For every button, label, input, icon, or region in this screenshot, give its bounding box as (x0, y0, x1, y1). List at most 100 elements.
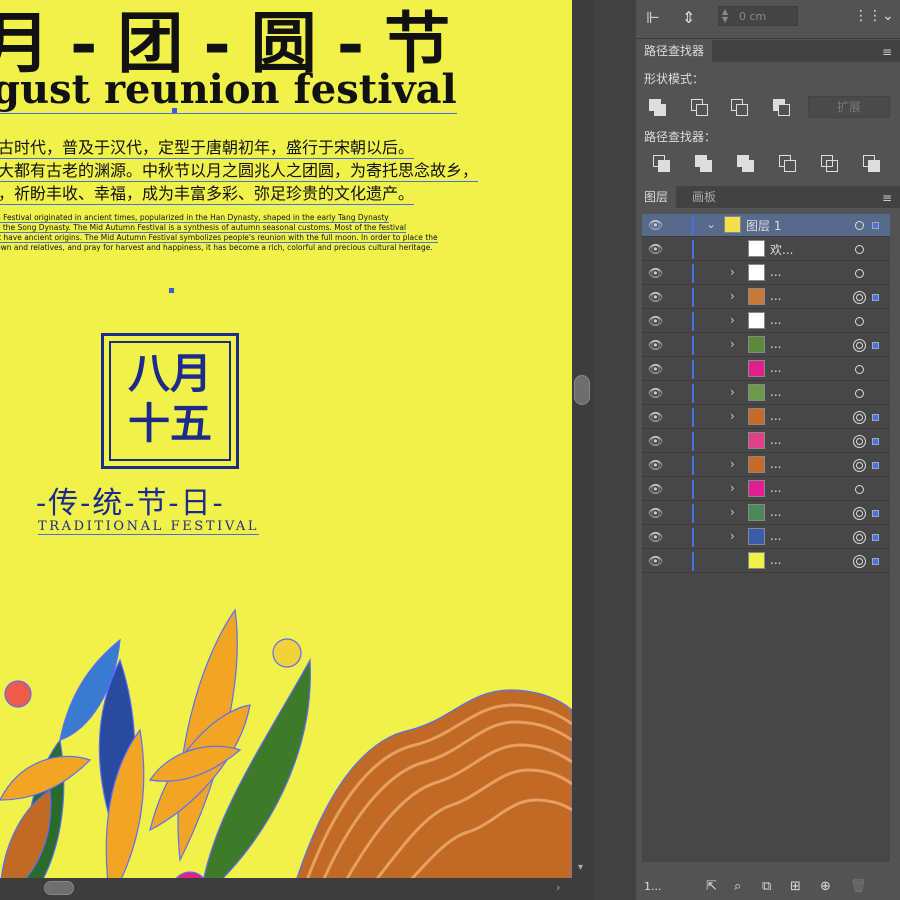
stamp-line-2[interactable]: 十五 (104, 402, 236, 446)
new-layer-icon[interactable]: ⊕ (820, 879, 831, 894)
stamp-line-1[interactable]: 八月 (104, 352, 236, 396)
new-sublayer-icon[interactable]: ⊞ (790, 879, 801, 894)
layer-name[interactable]: ... (770, 433, 781, 447)
stamp-box[interactable]: 八月 十五 (101, 333, 239, 469)
layer-name[interactable]: ... (770, 553, 781, 567)
target-circle-icon[interactable] (855, 365, 864, 374)
selection-indicator[interactable] (872, 510, 879, 517)
layer-name[interactable]: ... (770, 361, 781, 375)
visibility-eye-icon[interactable]: 👁 (648, 434, 663, 448)
layer-row[interactable]: 👁 ›... (642, 334, 890, 357)
layer-row[interactable]: 👁 欢... (642, 238, 890, 261)
layer-row[interactable]: 👁 ›... (642, 454, 890, 477)
selection-indicator[interactable] (872, 414, 879, 421)
layer-name[interactable]: ... (770, 313, 781, 327)
target-circle-icon[interactable] (853, 555, 866, 568)
minus-back-button[interactable] (860, 152, 882, 174)
visibility-eye-icon[interactable]: 👁 (648, 314, 663, 328)
layer-row[interactable]: 👁 ›... (642, 406, 890, 429)
chevron-right-icon[interactable]: › (730, 313, 735, 327)
locate-object-icon[interactable]: ⌕ (734, 879, 741, 894)
target-circle-icon[interactable] (855, 221, 864, 230)
chevron-right-icon[interactable]: › (730, 409, 735, 423)
selection-indicator[interactable] (872, 294, 879, 301)
anchor-point[interactable] (169, 288, 174, 293)
intersect-button[interactable] (728, 96, 750, 118)
grid-options-icon[interactable]: ⋮⋮⌄ (854, 8, 894, 24)
selection-indicator[interactable] (872, 438, 879, 445)
layer-row[interactable]: 👁 ›... (642, 478, 890, 501)
scroll-down-icon[interactable]: ▾ (578, 862, 583, 873)
visibility-eye-icon[interactable]: 👁 (648, 410, 663, 424)
horizontal-scroll-thumb[interactable] (44, 881, 74, 895)
minus-front-button[interactable] (688, 96, 710, 118)
divide-button[interactable] (650, 152, 672, 174)
layer-name[interactable]: ... (770, 457, 781, 471)
visibility-eye-icon[interactable]: 👁 (648, 386, 663, 400)
tab-artboards[interactable]: 画板 (684, 186, 724, 208)
layer-name[interactable]: 图层 1 (746, 217, 781, 234)
trim-button[interactable] (692, 152, 714, 174)
align-left-icon[interactable]: ⊩ (646, 8, 660, 27)
body-cn-line-1[interactable]: 古时代，普及于汉代，定型于唐朝初年，盛行于宋朝以后。 (0, 134, 415, 159)
selection-indicator[interactable] (872, 462, 879, 469)
scroll-right-icon[interactable]: › (556, 881, 560, 894)
body-en-line-3[interactable]: it have ancient origins. The Mid Autumn … (0, 233, 438, 243)
vertical-scroll-thumb[interactable] (574, 375, 590, 405)
horizontal-scrollbar[interactable]: › (0, 878, 594, 900)
layer-row[interactable]: 👁 ›... (642, 502, 890, 525)
layer-row[interactable]: 👁... (642, 430, 890, 453)
body-cn-line-2[interactable]: 大都有古老的渊源。中秋节以月之圆兆人之团圆，为寄托思念故乡， (0, 157, 479, 182)
distribute-icon[interactable]: ⇕ (682, 8, 695, 27)
tab-layers[interactable]: 图层 (636, 186, 677, 208)
chevron-right-icon[interactable]: › (730, 265, 735, 279)
unite-button[interactable] (646, 96, 668, 118)
body-cn-line-3[interactable]: ，祈盼丰收、幸福，成为丰富多彩、弥足珍贵的文化遗产。 (0, 180, 415, 205)
target-circle-icon[interactable] (853, 435, 866, 448)
layer-name[interactable]: ... (770, 337, 781, 351)
visibility-eye-icon[interactable]: 👁 (648, 458, 663, 472)
selection-indicator[interactable] (872, 558, 879, 565)
traditional-festival-en[interactable]: TRADITIONAL FESTIVAL (38, 519, 260, 535)
layer-name[interactable]: ... (770, 481, 781, 495)
chevron-right-icon[interactable]: › (730, 481, 735, 495)
layer-row[interactable]: 👁 ›... (642, 286, 890, 309)
poster-title-en[interactable]: gust reunion festival (0, 66, 457, 114)
body-en-line-1[interactable]: n Festival originated in ancient times, … (0, 213, 389, 223)
target-circle-icon[interactable] (853, 531, 866, 544)
target-circle-icon[interactable] (855, 269, 864, 278)
target-circle-icon[interactable] (853, 291, 866, 304)
merge-button[interactable] (734, 152, 756, 174)
layer-name[interactable]: ... (770, 385, 781, 399)
panel-menu-icon[interactable]: ≡ (882, 45, 892, 59)
selection-indicator[interactable] (872, 222, 879, 229)
body-en-line-4[interactable]: own and relatives, and pray for harvest … (0, 243, 433, 252)
visibility-eye-icon[interactable]: 👁 (648, 362, 663, 376)
target-circle-icon[interactable] (855, 317, 864, 326)
visibility-eye-icon[interactable]: 👁 (648, 554, 663, 568)
target-circle-icon[interactable] (853, 339, 866, 352)
panel-menu-icon[interactable]: ≡ (882, 191, 892, 205)
export-icon[interactable]: ⇱ (706, 879, 717, 894)
visibility-eye-icon[interactable]: 👁 (648, 506, 663, 520)
chevron-right-icon[interactable]: › (730, 529, 735, 543)
visibility-eye-icon[interactable]: 👁 (648, 266, 663, 280)
layer-name[interactable]: ... (770, 265, 781, 279)
artboard-canvas[interactable]: 月-团-圆-节 gust reunion festival 古时代，普及于汉代，… (0, 0, 572, 878)
selection-indicator[interactable] (872, 342, 879, 349)
layer-name[interactable]: ... (770, 505, 781, 519)
vertical-scrollbar[interactable]: ▾ (572, 0, 594, 878)
target-circle-icon[interactable] (855, 245, 864, 254)
chevron-right-icon[interactable]: › (730, 385, 735, 399)
visibility-eye-icon[interactable]: 👁 (648, 338, 663, 352)
layer-row[interactable]: 👁 ›... (642, 310, 890, 333)
chevron-right-icon[interactable]: › (730, 505, 735, 519)
outline-button[interactable] (818, 152, 840, 174)
body-en-line-2[interactable]: y the Song Dynasty. The Mid Autumn Festi… (0, 223, 407, 233)
layer-row[interactable]: 👁... (642, 550, 890, 573)
selection-indicator[interactable] (872, 534, 879, 541)
target-circle-icon[interactable] (853, 507, 866, 520)
exclude-button[interactable] (770, 96, 792, 118)
delete-icon[interactable]: 🗑 (850, 879, 867, 894)
tab-pathfinder[interactable]: 路径查找器 (636, 40, 713, 62)
